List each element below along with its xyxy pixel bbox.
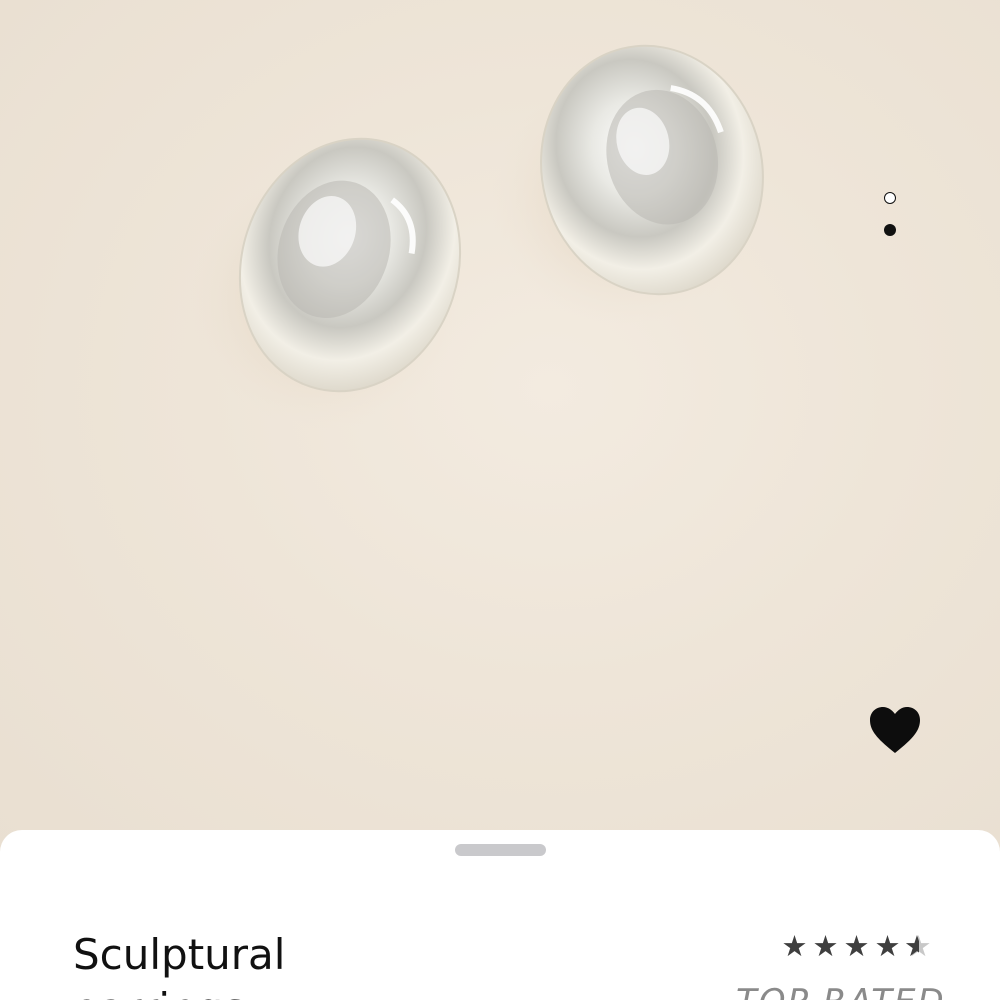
star-icon: ★ [843,929,870,963]
pager-dot-1[interactable] [884,192,896,204]
product-screen: Sculptural earrings ★ ★ ★ ★ ★ ★ TOP RATE… [0,0,1000,1000]
star-icon: ★ [781,929,808,963]
top-rated-badge: TOP RATED [736,982,946,1000]
favorite-button[interactable] [868,706,922,756]
product-title: Sculptural earrings [73,930,286,1000]
product-image-gallery[interactable] [0,0,1000,860]
half-star-icon: ★ ★ [904,929,932,963]
heart-icon [870,707,920,753]
product-rating[interactable]: ★ ★ ★ ★ ★ ★ [780,928,933,964]
gallery-pager[interactable] [880,192,900,236]
sheet-drag-handle[interactable] [455,844,546,856]
pager-dot-2-active[interactable] [884,224,896,236]
product-details-sheet[interactable]: Sculptural earrings ★ ★ ★ ★ ★ ★ TOP RATE… [0,830,1000,1000]
star-icon: ★ [874,929,901,963]
star-icon: ★ [812,929,839,963]
earrings-photo [190,44,764,430]
